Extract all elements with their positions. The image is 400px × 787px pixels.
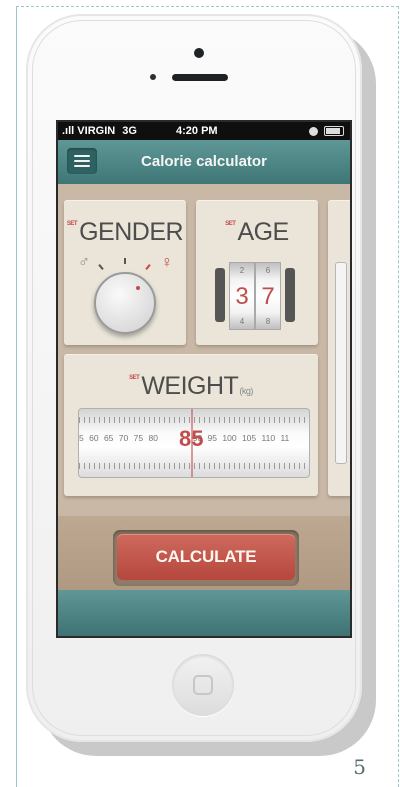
scale-value: 75 <box>133 433 144 443</box>
footer-bar <box>58 590 350 636</box>
ruler-ticks-bottom <box>79 463 309 469</box>
status-icons <box>309 126 344 136</box>
scale-value: 110 <box>261 433 276 443</box>
ruler-ticks-top <box>79 417 309 423</box>
next-card-peek <box>328 200 350 496</box>
scale-value: 80 <box>148 433 158 443</box>
proximity-sensor-icon <box>150 74 156 80</box>
weight-card: SETWEIGHT(kg) 5 60 65 70 75 80 90 95 100… <box>64 354 318 496</box>
weight-slider[interactable]: 5 60 65 70 75 80 90 95 100 105 110 11 85 <box>78 408 310 478</box>
weight-title: SETWEIGHT(kg) <box>64 372 318 401</box>
side-slot <box>335 262 347 464</box>
male-icon[interactable]: ♂ <box>78 254 90 272</box>
scale-value: 5 <box>79 433 84 443</box>
carrier-info: .ıll VIRGIN 3G <box>62 122 137 140</box>
alarm-icon <box>309 126 318 136</box>
knob-tick <box>124 258 126 264</box>
status-bar: .ıll VIRGIN 3G 4:20 PM <box>58 122 350 140</box>
age-digit-ones[interactable]: 6 7 8 <box>255 262 281 330</box>
knob-tick <box>98 264 104 270</box>
age-digit-tens[interactable]: 2 3 4 <box>229 262 255 330</box>
gender-title: SETGENDER <box>64 218 186 247</box>
phone-screen: .ıll VIRGIN 3G 4:20 PM Calorie calculato… <box>56 120 352 638</box>
page-title: Calorie calculator <box>141 153 267 170</box>
digit-below: 8 <box>265 317 271 326</box>
scale-value: 11 <box>280 433 290 443</box>
age-card: SETAGE 2 3 4 6 7 8 <box>196 200 318 345</box>
signal-icon: .ıll <box>62 125 75 137</box>
digit-value: 7 <box>261 283 275 310</box>
calculator-panel: SETGENDER ♂ ♀ SETAGE 2 3 4 6 7 8 SETWEIG… <box>58 184 350 604</box>
carrier-name: VIRGIN <box>77 125 116 137</box>
scale-value: 95 <box>207 433 218 443</box>
weight-label: WEIGHT <box>141 372 239 400</box>
home-button[interactable] <box>172 654 234 716</box>
scale-value: 65 <box>103 433 114 443</box>
age-title: SETAGE <box>196 218 318 247</box>
weight-unit: (kg) <box>239 386 253 396</box>
battery-icon <box>324 126 344 136</box>
set-label: SET <box>129 375 140 381</box>
age-counter[interactable]: 2 3 4 6 7 8 <box>215 262 295 330</box>
digit-value: 3 <box>235 283 249 310</box>
knob-tick <box>145 264 151 270</box>
scale-value: 60 <box>89 433 99 443</box>
status-time: 4:20 PM <box>176 125 218 137</box>
calculate-well: CALCULATE <box>113 530 299 586</box>
age-label: AGE <box>237 218 289 246</box>
digit-above: 6 <box>265 266 271 275</box>
counter-right-bar <box>285 268 295 322</box>
digit-below: 4 <box>239 317 245 326</box>
navigation-bar: Calorie calculator <box>58 140 350 185</box>
network-type: 3G <box>122 125 137 137</box>
calculate-button[interactable]: CALCULATE <box>117 534 295 580</box>
gender-label: GENDER <box>79 218 184 246</box>
scale-value: 70 <box>118 433 129 443</box>
counter-left-bar <box>215 268 225 322</box>
scale-value: 100 <box>222 433 237 443</box>
gender-card: SETGENDER ♂ ♀ <box>64 200 186 345</box>
gender-knob[interactable] <box>94 272 156 334</box>
female-icon[interactable]: ♀ <box>161 254 173 272</box>
scale-value: 105 <box>241 433 257 443</box>
digit-above: 2 <box>239 266 245 275</box>
front-camera-icon <box>194 48 204 58</box>
set-label: SET <box>66 221 78 227</box>
knob-indicator-icon <box>136 286 140 290</box>
home-square-icon <box>193 675 213 695</box>
page-number: 5 <box>353 755 366 779</box>
weight-selected-value: 85 <box>179 426 204 451</box>
earpiece-speaker-icon <box>172 74 228 81</box>
set-label: SET <box>225 221 236 227</box>
